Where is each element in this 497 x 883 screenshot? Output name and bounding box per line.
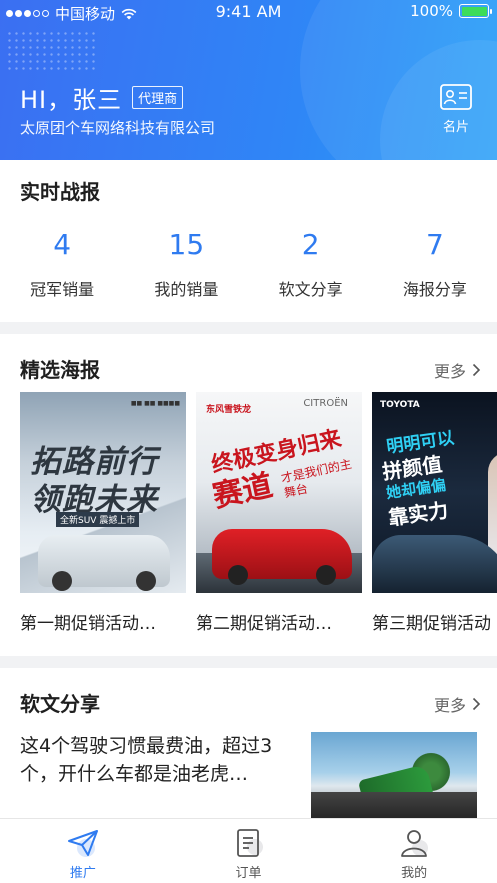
poster-image: ■■ ■■ ■■■■ 拓路前行 领跑未来 全新SUV 震撼上市	[20, 392, 186, 593]
poster-card[interactable]: 东风雪铁龙 CITROËN 终极变身归来 赛道 才是我们的主舞台 第二期促销活动…	[196, 392, 362, 634]
stat-value: 4	[53, 228, 72, 261]
poster-carousel[interactable]: ■■ ■■ ■■■■ 拓路前行 领跑未来 全新SUV 震撼上市 第一期促销活动……	[20, 392, 497, 634]
poster-caption: 第二期促销活动…	[196, 614, 332, 634]
poster-brand: 东风雪铁龙	[206, 405, 252, 415]
stats-section-title: 实时战报	[20, 180, 100, 204]
car-illustration	[212, 529, 352, 585]
company-name: 太原团个车网络科技有限公司	[20, 119, 216, 137]
business-card-label: 名片	[442, 120, 469, 135]
poster-caption: 第三期促销活动	[372, 614, 491, 634]
articles-section-title: 软文分享	[20, 692, 100, 716]
user-greeting: HI，张三	[20, 86, 123, 114]
id-card-icon	[440, 84, 472, 110]
car-illustration	[38, 535, 170, 591]
poster-caption: 第一期促销活动…	[20, 614, 156, 634]
chevron-right-icon	[472, 363, 481, 377]
stat-champion-sales[interactable]: 4 冠军销量	[0, 228, 124, 300]
posters-more-link[interactable]: 更多	[434, 358, 481, 382]
battery-icon	[459, 4, 492, 18]
article-thumbnail[interactable]	[311, 732, 477, 822]
poster-image: 东风雪铁龙 CITROËN 终极变身归来 赛道 才是我们的主舞台	[196, 392, 362, 593]
poster-tag: 全新SUV 震撼上市	[56, 512, 140, 527]
stat-label: 冠军销量	[30, 280, 95, 299]
posters-section-title: 精选海报	[20, 358, 100, 382]
poster-small-print: ■■ ■■ ■■■■	[130, 400, 180, 407]
more-label: 更多	[433, 696, 466, 715]
tab-label: 订单	[235, 866, 262, 881]
tab-label: 推广	[69, 866, 96, 881]
citroen-logo: CITROËN	[303, 398, 348, 409]
article-title[interactable]: 这4个驾驶习惯最费油，超过3个，开什么车都是油老虎…	[20, 732, 300, 788]
business-card-button[interactable]: 名片	[439, 84, 473, 135]
stat-label: 海报分享	[402, 280, 467, 299]
tab-profile[interactable]: 我的	[331, 819, 497, 883]
status-bar: 中国移动 9:41 AM 100%	[0, 0, 497, 24]
header: 中国移动 9:41 AM 100% HI，张三 代理商 太原团个车网络科技有限公…	[0, 0, 497, 160]
more-label: 更多	[433, 362, 466, 381]
stat-article-shares[interactable]: 2 软文分享	[249, 228, 373, 300]
header-dot-pattern	[6, 30, 96, 70]
articles-more-link[interactable]: 更多	[434, 692, 481, 716]
stat-poster-shares[interactable]: 7 海报分享	[373, 228, 497, 300]
tab-orders[interactable]: 订单	[166, 819, 332, 883]
stats-grid: 4 冠军销量 15 我的销量 2 软文分享 7 海报分享	[0, 228, 497, 300]
car-illustration	[372, 535, 497, 593]
stat-value: 2	[301, 228, 320, 261]
stat-label: 我的销量	[154, 280, 219, 299]
battery-percent: 100%	[410, 2, 453, 20]
poster-brand: TOYOTA	[380, 400, 420, 410]
send-icon	[67, 830, 98, 857]
poster-card[interactable]: ■■ ■■ ■■■■ 拓路前行 领跑未来 全新SUV 震撼上市 第一期促销活动…	[20, 392, 186, 634]
profile-icon	[401, 830, 429, 857]
stat-value: 15	[168, 228, 205, 261]
tab-label: 我的	[401, 866, 428, 881]
tab-promote[interactable]: 推广	[0, 819, 166, 883]
chevron-right-icon	[472, 697, 481, 711]
stat-value: 7	[425, 228, 444, 261]
bottom-tab-bar: 推广 订单 我的	[0, 818, 497, 883]
role-badge: 代理商	[132, 86, 184, 109]
order-icon	[236, 829, 263, 857]
poster-image: TOYOTA 明明可以 拼颜值 她却偏偏 靠实力	[372, 392, 497, 593]
poster-card[interactable]: TOYOTA 明明可以 拼颜值 她却偏偏 靠实力 第三期促销活动	[372, 392, 497, 634]
stat-label: 软文分享	[278, 280, 343, 299]
stat-my-sales[interactable]: 15 我的销量	[124, 228, 248, 300]
poster-subline: 才是我们的主舞台	[279, 456, 354, 501]
